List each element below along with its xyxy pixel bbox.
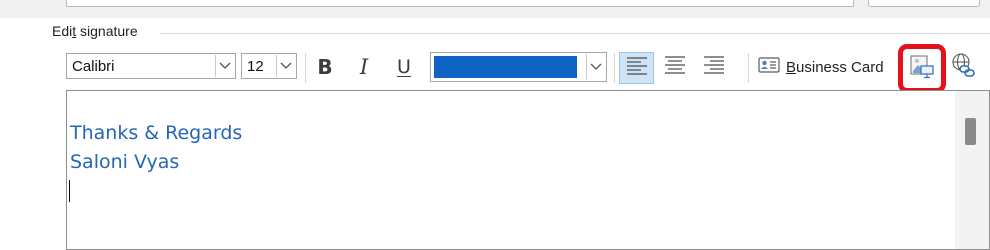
bold-button[interactable]: B xyxy=(311,52,339,82)
business-card-label: Business Card xyxy=(786,58,884,76)
align-left-icon xyxy=(626,56,648,81)
chevron-down-icon[interactable] xyxy=(586,54,605,80)
top-right-button[interactable] xyxy=(868,0,980,7)
signature-line: Saloni Vyas xyxy=(70,151,180,173)
signature-editor[interactable]: Thanks & Regards Saloni Vyas xyxy=(66,90,990,250)
text-caret xyxy=(69,180,70,202)
globe-link-icon xyxy=(951,52,975,83)
underline-button[interactable]: U xyxy=(390,52,418,82)
align-right-button[interactable] xyxy=(698,52,730,82)
align-left-button[interactable] xyxy=(619,52,654,84)
italic-button[interactable]: I xyxy=(350,52,378,82)
chevron-down-icon[interactable] xyxy=(276,55,295,77)
edit-signature-label: Edit signature xyxy=(52,23,144,39)
font-color-combobox[interactable] xyxy=(430,52,607,82)
separator xyxy=(614,53,615,83)
font-size-combobox[interactable]: 12 xyxy=(241,53,297,79)
align-center-icon xyxy=(664,55,686,80)
separator xyxy=(748,53,749,83)
separator xyxy=(305,53,306,83)
vertical-scrollbar[interactable] xyxy=(955,91,989,249)
group-divider xyxy=(160,33,990,34)
signature-line: Thanks & Regards xyxy=(70,122,243,144)
signature-list[interactable] xyxy=(66,0,854,7)
font-name-value: Calibri xyxy=(72,58,115,75)
align-right-icon xyxy=(703,55,725,80)
font-size-value: 12 xyxy=(247,58,264,75)
scrollbar-thumb[interactable] xyxy=(965,118,976,145)
business-card-button[interactable]: Business Card xyxy=(758,52,888,82)
font-color-swatch xyxy=(434,56,577,78)
hyperlink-button[interactable] xyxy=(948,52,978,82)
font-name-combobox[interactable]: Calibri xyxy=(66,53,236,79)
align-center-button[interactable] xyxy=(659,52,691,82)
highlight-ring xyxy=(898,44,946,93)
chevron-down-icon[interactable] xyxy=(215,55,234,77)
contact-card-icon xyxy=(758,56,780,78)
